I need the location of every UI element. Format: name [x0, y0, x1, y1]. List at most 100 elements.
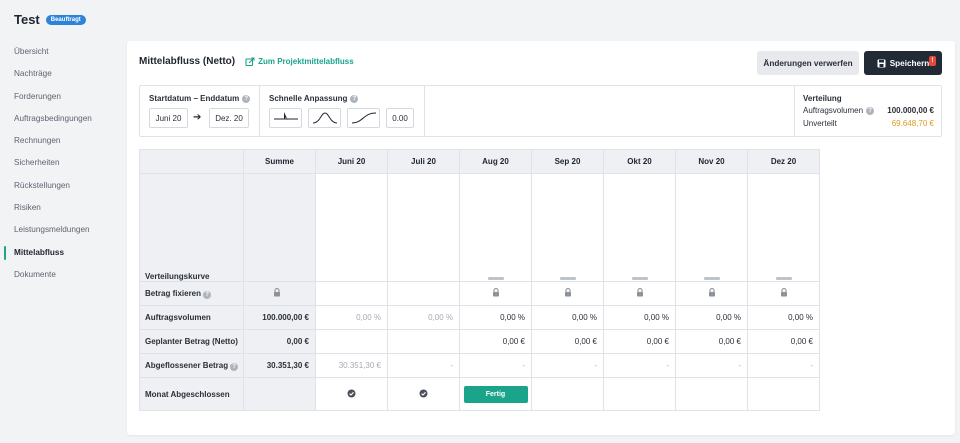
column-header-month: Aug 20: [459, 149, 532, 174]
percent-input-cell[interactable]: 0,00 %: [603, 305, 676, 330]
lock-icon[interactable]: [708, 287, 716, 299]
sidebar-item-auftragsbedingungen[interactable]: Auftragsbedingungen: [0, 108, 120, 130]
curve-cell[interactable]: [459, 173, 532, 282]
row-label-volume: Auftragsvolumen: [139, 305, 244, 330]
start-date-input[interactable]: Juni 20: [149, 108, 188, 128]
fix-cell: [603, 281, 676, 306]
sum-cell: 30.351,30 €: [243, 353, 316, 378]
sidebar-item-sicherheiten[interactable]: Sicherheiten: [0, 152, 120, 174]
bell-curve-button[interactable]: [308, 108, 341, 128]
distribution-summary: Verteilung Auftragsvolumen ? 100.000,00 …: [794, 86, 942, 136]
curve-handle[interactable]: [775, 277, 792, 280]
curve-handle[interactable]: [487, 277, 504, 280]
check-circle-icon: [419, 389, 428, 400]
distribution-title: Verteilung: [803, 94, 842, 103]
amount-input-cell[interactable]: 0,00 €: [459, 329, 532, 354]
contract-volume-label: Auftragsvolumen: [803, 106, 864, 115]
fix-cell: [747, 281, 820, 306]
amount-input-cell[interactable]: 0,00 €: [603, 329, 676, 354]
sum-cell: 100.000,00 €: [243, 305, 316, 330]
sidebar-item-forderungen[interactable]: Forderungen: [0, 86, 120, 108]
flat-curve-button[interactable]: [269, 108, 302, 128]
amount-input-cell[interactable]: 0,00 €: [747, 329, 820, 354]
curve-cell[interactable]: [747, 173, 820, 282]
column-header-month: Sep 20: [531, 149, 604, 174]
project-title: Test: [14, 12, 40, 27]
month-closed-cell: [603, 377, 676, 411]
quick-adjust-value-input[interactable]: 0.00: [386, 108, 414, 128]
external-edit-icon: [245, 56, 255, 66]
sidebar-item-risiken[interactable]: Risiken: [0, 197, 120, 219]
curve-cell[interactable]: [315, 173, 388, 282]
outflow-cell: -: [747, 353, 820, 378]
outflow-table: Summe Juni 20 Juli 20 Aug 20 Sep 20 Okt 20 Nov…: [139, 149, 820, 411]
sidebar-item-leistungsmeldungen[interactable]: Leistungsmeldungen: [0, 219, 120, 241]
help-icon[interactable]: ?: [866, 106, 875, 115]
row-label-outflow: Abgeflossener Betrag?: [139, 353, 244, 378]
help-icon[interactable]: ?: [203, 290, 212, 299]
percent-input-cell[interactable]: 0,00 %: [387, 305, 460, 330]
sidebar-item-rückstellungen[interactable]: Rückstellungen: [0, 175, 120, 197]
unassigned-value: 69.648,70 €: [891, 119, 934, 128]
s-curve-button[interactable]: [347, 108, 380, 128]
sidebar-item-nachträge[interactable]: Nachträge: [0, 63, 120, 85]
percent-input-cell[interactable]: 0,00 %: [531, 305, 604, 330]
percent-input-cell[interactable]: 0,00 %: [315, 305, 388, 330]
row-label-curve: Verteilungskurve: [139, 173, 244, 282]
project-outflow-link[interactable]: Zum Projektmittelabfluss: [245, 56, 354, 67]
table-row-planned: Geplanter Betrag (Netto) 0,00 €0,00 €0,00…: [139, 329, 820, 354]
curve-cell[interactable]: [603, 173, 676, 282]
save-button-label: Speichern: [889, 58, 930, 68]
lock-icon[interactable]: [564, 287, 572, 299]
table-header-row: Summe Juni 20 Juli 20 Aug 20 Sep 20 Okt 20 Nov…: [139, 149, 820, 174]
amount-input-cell[interactable]: 0,00 €: [531, 329, 604, 354]
curve-handle[interactable]: [559, 277, 576, 280]
project-header: Test Beauftragt: [14, 12, 86, 27]
help-icon[interactable]: ?: [230, 362, 239, 371]
outflow-cell: 30.351,30 €: [315, 353, 388, 378]
row-label-fix: Betrag fixieren?: [139, 281, 244, 306]
sidebar-item-rechnungen[interactable]: Rechnungen: [0, 130, 120, 152]
done-button[interactable]: Fertig: [463, 385, 528, 403]
percent-input-cell[interactable]: 0,00 %: [459, 305, 532, 330]
table-row-fix: Betrag fixieren?: [139, 281, 820, 306]
amount-input-cell: [387, 329, 460, 354]
unsaved-indicator: !: [929, 56, 936, 66]
curve-cell[interactable]: [387, 173, 460, 282]
outflow-cell: -: [387, 353, 460, 378]
sidebar-item-übersicht[interactable]: Übersicht: [0, 41, 120, 63]
status-badge: Beauftragt: [45, 14, 86, 25]
arrow-right-icon: ➔: [193, 112, 202, 123]
end-date-input[interactable]: Dez. 20: [209, 108, 249, 128]
contract-volume-row: Auftragsvolumen ? 100.000,00 €: [803, 106, 934, 115]
sidebar-item-mittelabfluss[interactable]: Mittelabfluss: [0, 242, 120, 264]
curve-cell[interactable]: [675, 173, 748, 282]
percent-input-cell[interactable]: 0,00 %: [747, 305, 820, 330]
curve-cell[interactable]: [531, 173, 604, 282]
row-label-closed: Monat Abgeschlossen: [139, 377, 244, 411]
flat-curve-icon: [273, 112, 298, 121]
percent-input-cell[interactable]: 0,00 %: [675, 305, 748, 330]
discard-changes-button[interactable]: Änderungen verwerfen: [757, 51, 859, 75]
curve-handle[interactable]: [631, 277, 648, 280]
save-button[interactable]: Speichern !: [864, 51, 942, 75]
lock-icon[interactable]: [636, 287, 644, 299]
column-header-month: Nov 20: [675, 149, 748, 174]
row-label-planned: Geplanter Betrag (Netto): [139, 329, 244, 354]
lock-icon[interactable]: [273, 287, 281, 299]
fix-cell: [315, 281, 388, 306]
lock-icon[interactable]: [780, 287, 788, 299]
sidebar-item-dokumente[interactable]: Dokumente: [0, 264, 120, 286]
curve-handle[interactable]: [703, 277, 720, 280]
unassigned-label: Unverteilt: [803, 119, 837, 128]
table-row-curve: Verteilungskurve: [139, 173, 820, 282]
amount-input-cell[interactable]: 0,00 €: [675, 329, 748, 354]
help-icon[interactable]: ?: [350, 94, 359, 103]
filter-bar: Startdatum – Enddatum ? Juni 20 ➔ Dez. 2…: [139, 85, 942, 137]
help-icon[interactable]: ?: [242, 94, 251, 103]
outflow-cell: -: [603, 353, 676, 378]
lock-icon[interactable]: [492, 287, 500, 299]
sum-cell: [243, 281, 316, 306]
sum-cell: [243, 173, 316, 282]
month-closed-cell: [387, 377, 460, 411]
